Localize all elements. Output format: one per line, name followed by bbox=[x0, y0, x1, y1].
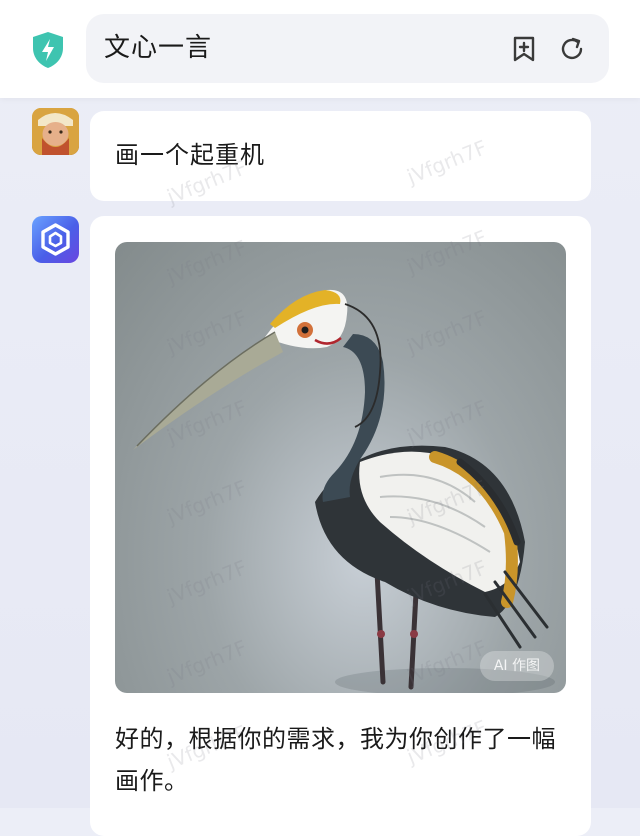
shield-bolt-icon bbox=[33, 32, 63, 68]
user-avatar[interactable] bbox=[32, 108, 79, 155]
user-avatar-image bbox=[32, 108, 79, 155]
ai-image-badge: AI 作图 bbox=[479, 651, 554, 681]
ernie-bot-logo-icon bbox=[41, 223, 70, 256]
user-message-text: 画一个起重机 bbox=[115, 141, 265, 169]
bot-message-bubble: AI 作图 好的，根据你的需求，我为你创作了一幅画作。 bbox=[90, 216, 591, 836]
user-message-bubble: 画一个起重机 bbox=[90, 111, 591, 201]
app-title: 文心一言 bbox=[104, 33, 213, 63]
title-search-box[interactable]: 文心一言 bbox=[86, 14, 609, 83]
ernie-bot-avatar[interactable] bbox=[32, 216, 79, 263]
top-bar: 文心一言 bbox=[0, 0, 640, 98]
bot-message-text: 好的，根据你的需求，我为你创作了一幅画作。 bbox=[115, 725, 556, 795]
crane-bird-illustration bbox=[133, 289, 555, 693]
refresh-icon[interactable] bbox=[557, 34, 587, 64]
generated-image[interactable]: AI 作图 bbox=[115, 242, 566, 693]
bookmark-plus-icon[interactable] bbox=[509, 34, 539, 64]
